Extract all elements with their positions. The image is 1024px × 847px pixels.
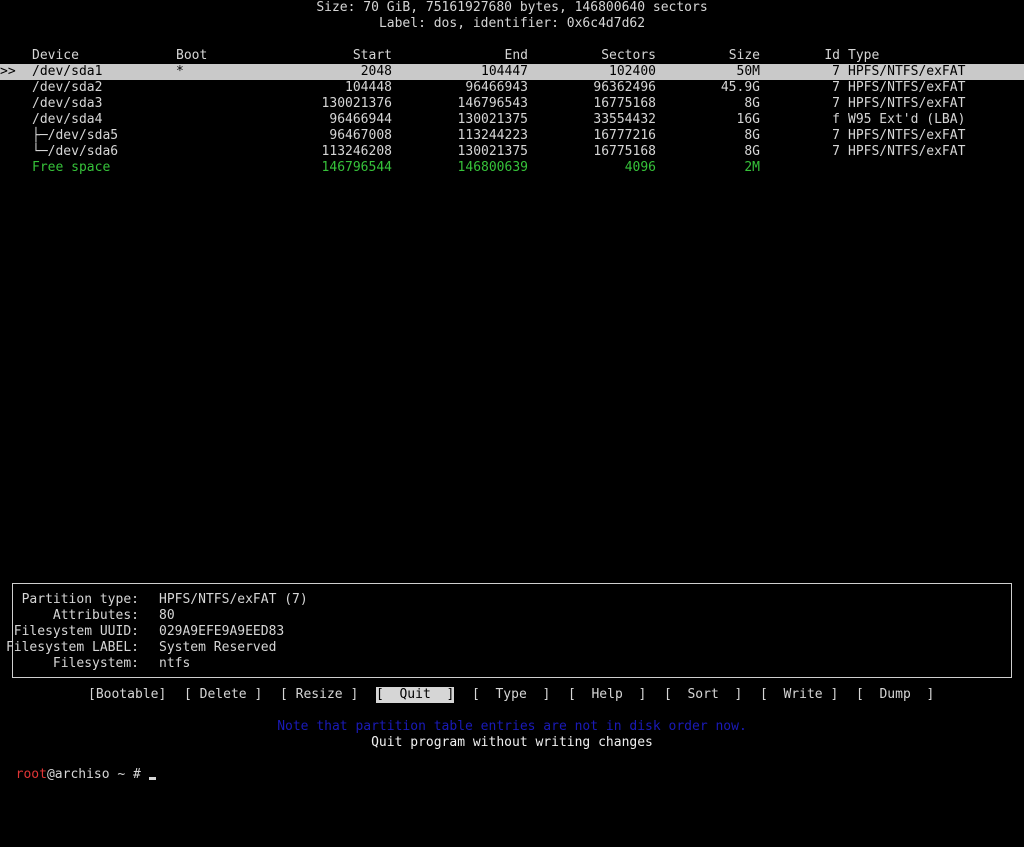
- free-space-size: 2M: [744, 160, 760, 175]
- row-start: 130021376: [321, 96, 392, 111]
- row-size: 50M: [736, 64, 760, 79]
- write-button[interactable]: [ Write ]: [760, 687, 838, 703]
- table-row[interactable]: /dev/sda3 130021376 146796543 16775168 8…: [0, 96, 1024, 112]
- free-space-start: 146796544: [321, 160, 392, 175]
- detail-label: Partition type:: [21, 592, 139, 607]
- action-menu: [Bootable] [ Delete ] [ Resize ] [ Quit …: [0, 687, 1024, 703]
- quit-button[interactable]: [ Quit ]: [376, 687, 455, 703]
- row-id: 7: [832, 80, 840, 95]
- row-type: HPFS/NTFS/exFAT: [848, 64, 966, 79]
- row-boot: *: [176, 64, 184, 79]
- row-size: 16G: [736, 112, 760, 127]
- row-id: 7: [832, 144, 840, 159]
- row-size: 8G: [744, 144, 760, 159]
- detail-label: Attributes:: [52, 608, 139, 623]
- row-end: 130021375: [457, 144, 528, 159]
- row-start: 96467008: [329, 128, 392, 143]
- detail-label: Filesystem:: [52, 656, 139, 671]
- detail-filesystem-label: Filesystem LABEL: System Reserved: [6, 640, 1011, 656]
- free-space-sectors: 4096: [624, 160, 656, 175]
- disk-label-line: Label: dos, identifier: 0x6c4d7d62: [378, 16, 646, 31]
- partition-details-panel: Partition type: HPFS/NTFS/exFAT (7) Attr…: [6, 583, 1012, 678]
- col-boot: Boot: [176, 48, 208, 63]
- selection-marker: >>: [0, 64, 16, 79]
- detail-value: 029A9EFE9A9EED83: [159, 624, 285, 639]
- row-start: 96466944: [329, 112, 392, 127]
- row-size: 8G: [744, 96, 760, 111]
- row-device: /dev/sda4: [32, 112, 103, 127]
- row-type: HPFS/NTFS/exFAT: [848, 96, 966, 111]
- help-button[interactable]: [ Help ]: [568, 687, 646, 703]
- row-device: ├─/dev/sda5: [32, 128, 119, 143]
- cursor-icon: [148, 777, 156, 780]
- bootable-button[interactable]: [Bootable]: [88, 687, 166, 703]
- col-size: Size: [728, 48, 760, 63]
- row-end: 146796543: [457, 96, 528, 111]
- row-device: /dev/sda1: [32, 64, 103, 79]
- row-id: 7: [832, 96, 840, 111]
- row-sectors: 16775168: [593, 96, 656, 111]
- table-header: Device Boot Start End Sectors Size Id Ty…: [0, 48, 1024, 64]
- shell-prompt[interactable]: root@archiso ~ #: [0, 751, 156, 782]
- detail-filesystem-uuid: Filesystem UUID: 029A9EFE9A9EED83: [13, 624, 1011, 640]
- row-sectors: 33554432: [593, 112, 656, 127]
- sort-button[interactable]: [ Sort ]: [664, 687, 742, 703]
- table-row[interactable]: /dev/sda4 96466944 130021375 33554432 16…: [0, 112, 1024, 128]
- free-space-label: Free space: [32, 160, 111, 175]
- detail-partition-type: Partition type: HPFS/NTFS/exFAT (7): [13, 592, 1011, 608]
- prompt-user: root: [15, 767, 47, 782]
- disk-size-line: Size: 70 GiB, 75161927680 bytes, 1468006…: [316, 0, 708, 15]
- disk-order-note: Note that partition table entries are no…: [277, 719, 747, 734]
- row-end: 130021375: [457, 112, 528, 127]
- detail-label: Filesystem UUID:: [13, 624, 139, 639]
- row-type: HPFS/NTFS/exFAT: [848, 128, 966, 143]
- row-end: 96466943: [465, 80, 528, 95]
- detail-value: 80: [159, 608, 175, 623]
- detail-value: HPFS/NTFS/exFAT (7): [159, 592, 308, 607]
- detail-value: ntfs: [159, 656, 191, 671]
- row-id: 7: [832, 128, 840, 143]
- detail-filesystem: Filesystem: ntfs: [13, 656, 1011, 672]
- detail-attributes: Attributes: 80: [13, 608, 1011, 624]
- prompt-host-path: @archiso ~ #: [46, 767, 141, 782]
- action-hint: Quit program without writing changes: [371, 735, 653, 750]
- row-start: 2048: [360, 64, 392, 79]
- table-row[interactable]: /dev/sda2 104448 96466943 96362496 45.9G…: [0, 80, 1024, 96]
- free-space-end: 146800639: [457, 160, 528, 175]
- row-device: └─/dev/sda6: [32, 144, 119, 159]
- row-id: f: [832, 112, 840, 127]
- table-row[interactable]: └─/dev/sda6 113246208 130021375 16775168…: [0, 144, 1024, 160]
- col-end: End: [504, 48, 528, 63]
- row-device: /dev/sda2: [32, 80, 103, 95]
- col-device: Device: [32, 48, 79, 63]
- row-end: 113244223: [457, 128, 528, 143]
- col-sectors: Sectors: [601, 48, 656, 63]
- free-space-row[interactable]: Free space 146796544 146800639 4096 2M: [0, 160, 1024, 176]
- row-size: 8G: [744, 128, 760, 143]
- detail-label: Filesystem LABEL:: [5, 640, 139, 655]
- row-sectors: 96362496: [593, 80, 656, 95]
- row-device: /dev/sda3: [32, 96, 103, 111]
- row-sectors: 16775168: [593, 144, 656, 159]
- row-type: HPFS/NTFS/exFAT: [848, 144, 966, 159]
- table-row[interactable]: ├─/dev/sda5 96467008 113244223 16777216 …: [0, 128, 1024, 144]
- delete-button[interactable]: [ Delete ]: [184, 687, 262, 703]
- type-button[interactable]: [ Type ]: [472, 687, 550, 703]
- dump-button[interactable]: [ Dump ]: [856, 687, 934, 703]
- row-sectors: 102400: [609, 64, 656, 79]
- col-type: Type: [848, 48, 880, 63]
- row-size: 45.9G: [720, 80, 760, 95]
- col-id: Id: [824, 48, 840, 63]
- row-start: 113246208: [321, 144, 392, 159]
- detail-value: System Reserved: [159, 640, 277, 655]
- row-type: W95 Ext'd (LBA): [848, 112, 966, 127]
- col-start: Start: [352, 48, 392, 63]
- resize-button[interactable]: [ Resize ]: [280, 687, 358, 703]
- row-id: 7: [832, 64, 840, 79]
- row-sectors: 16777216: [593, 128, 656, 143]
- row-type: HPFS/NTFS/exFAT: [848, 80, 966, 95]
- row-end: 104447: [481, 64, 528, 79]
- row-start: 104448: [345, 80, 392, 95]
- table-row[interactable]: >> /dev/sda1 * 2048 104447 102400 50M 7 …: [0, 64, 1024, 80]
